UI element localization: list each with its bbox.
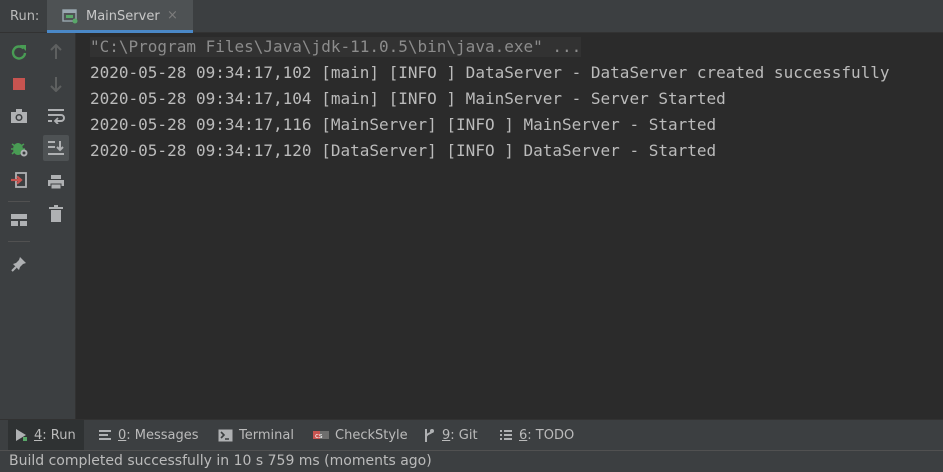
tool-window-label: Terminal <box>239 427 294 443</box>
dump-threads-button[interactable] <box>6 103 32 129</box>
console-line: "C:\Program Files\Java\jdk-11.0.5\bin\ja… <box>90 37 582 57</box>
terminal-icon <box>218 429 233 442</box>
toolbar-divider <box>8 201 30 202</box>
tool-window-label: : Messages <box>126 427 199 443</box>
console-line: 2020-05-28 09:34:17,116 [MainServer] [IN… <box>90 115 717 134</box>
debug-button[interactable] <box>6 135 32 161</box>
status-message[interactable]: Build completed successfully in 10 s 759… <box>9 453 432 469</box>
soft-wrap-icon <box>47 108 65 124</box>
layout-icon <box>10 213 28 227</box>
camera-icon <box>10 108 28 124</box>
tool-window-key: 0 <box>118 427 127 443</box>
up-button[interactable] <box>43 39 69 65</box>
tool-window-messages[interactable]: 0: Messages <box>92 420 207 450</box>
rerun-button[interactable] <box>6 39 32 65</box>
arrow-down-icon <box>49 76 63 92</box>
bug-icon <box>9 138 29 158</box>
soft-wrap-button[interactable] <box>43 103 69 129</box>
trash-icon <box>48 205 64 223</box>
console-line: 2020-05-28 09:34:17,104 [main] [INFO ] M… <box>90 89 726 108</box>
print-icon <box>47 174 65 190</box>
run-actions-toolbar <box>0 33 38 419</box>
console-output[interactable]: "C:\Program Files\Java\jdk-11.0.5\bin\ja… <box>76 33 943 419</box>
print-button[interactable] <box>43 169 69 195</box>
rerun-icon <box>10 43 28 61</box>
arrow-up-icon <box>49 44 63 60</box>
tool-window-key: 4 <box>34 427 43 443</box>
svg-text:cs: cs <box>315 432 323 440</box>
status-bar: Build completed successfully in 10 s 759… <box>0 450 943 472</box>
tool-window-label: : Git <box>450 427 478 443</box>
play-icon <box>14 428 28 442</box>
run-label: Run: <box>10 9 40 24</box>
tool-window-label: CheckStyle <box>335 427 408 443</box>
down-button[interactable] <box>43 71 69 97</box>
run-tool-header: Run: MainServer × <box>0 0 943 33</box>
scroll-to-end-button[interactable] <box>43 135 69 161</box>
messages-icon <box>98 429 112 441</box>
console-line: 2020-05-28 09:34:17,102 [main] [INFO ] D… <box>90 63 890 82</box>
checkstyle-icon: cs <box>313 429 329 441</box>
tool-window-label: : Run <box>42 427 76 443</box>
tool-window-checkstyle[interactable]: cs CheckStyle <box>307 420 416 450</box>
console-actions-toolbar <box>38 33 76 419</box>
clear-button[interactable] <box>43 201 69 227</box>
tool-window-key: 9 <box>442 427 451 443</box>
layout-button[interactable] <box>6 207 32 233</box>
tab-mainserver[interactable]: MainServer × <box>47 0 193 33</box>
exit-icon <box>10 171 28 189</box>
toolbar-divider <box>8 241 30 242</box>
tool-window-git[interactable]: 9: Git <box>416 420 486 450</box>
tool-window-todo[interactable]: 6: TODO <box>493 420 582 450</box>
git-icon <box>422 428 436 443</box>
tool-window-key: 6 <box>519 427 528 443</box>
stop-button[interactable] <box>6 71 32 97</box>
tool-window-label: : TODO <box>527 427 575 443</box>
pin-button[interactable] <box>6 251 32 277</box>
run-config-icon <box>62 8 78 24</box>
close-icon[interactable]: × <box>167 8 178 23</box>
tab-label: MainServer <box>86 9 160 24</box>
console-line: 2020-05-28 09:34:17,120 [DataServer] [IN… <box>90 141 717 160</box>
exit-button[interactable] <box>6 167 32 193</box>
tool-window-terminal[interactable]: Terminal <box>212 420 302 450</box>
pin-icon <box>10 255 28 273</box>
todo-icon <box>499 429 513 441</box>
stop-icon <box>12 77 26 91</box>
scroll-to-end-icon <box>47 140 65 156</box>
tool-window-run[interactable]: 4: Run <box>8 420 84 450</box>
tool-window-bar: 4: Run 0: Messages Terminal cs CheckStyl… <box>0 419 943 450</box>
